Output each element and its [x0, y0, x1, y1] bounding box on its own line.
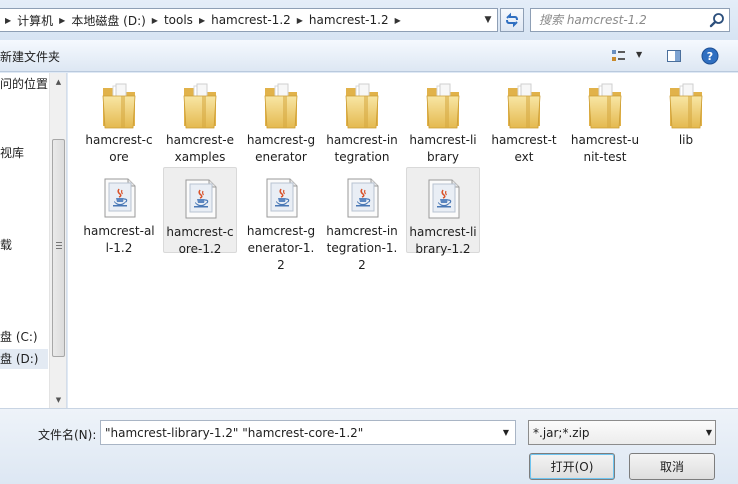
folder-icon [581, 80, 629, 132]
navigation-pane: 问的位置 视库 载 盘 (C:) 盘 (D:) ▲ ▼ [0, 73, 67, 408]
breadcrumb-arrow-icon[interactable]: ▶ [297, 16, 303, 25]
filetype-dropdown-icon[interactable]: ▼ [706, 421, 712, 444]
java-jar-icon [176, 172, 224, 224]
refresh-icon [506, 12, 518, 28]
help-icon: ? [701, 47, 719, 65]
filename-input[interactable] [105, 425, 493, 440]
nav-item-drive-c[interactable]: 盘 (C:) [0, 327, 38, 347]
view-options-button[interactable] [608, 46, 630, 66]
search-input[interactable] [539, 10, 711, 30]
java-jar-icon [95, 171, 143, 223]
filename-combobox[interactable]: ▼ [100, 420, 516, 445]
file-name: hamcrest-unit-test [570, 133, 640, 164]
view-dropdown-icon[interactable]: ▼ [636, 50, 642, 59]
java-jar-icon [257, 171, 305, 223]
file-name: hamcrest-library-1.2 [409, 225, 477, 256]
toolbar: 新建文件夹 ▼ ? [0, 40, 738, 72]
folder-icon [662, 80, 710, 132]
file-item-jar[interactable]: hamcrest-library-1.2 [406, 167, 480, 256]
breadcrumb-computer[interactable]: 计算机 [17, 12, 53, 29]
file-name: lib [678, 133, 694, 147]
file-name: hamcrest-library [409, 133, 477, 164]
view-grid-icon [612, 50, 625, 61]
folder-icon [338, 80, 386, 132]
folder-icon [419, 80, 467, 132]
folder-icon [500, 80, 548, 132]
file-item-folder[interactable]: hamcrest-library [406, 76, 480, 166]
file-name: hamcrest-core-1.2 [166, 225, 234, 256]
file-item-jar[interactable]: hamcrest-integration-1.2 [325, 167, 399, 274]
search-icon[interactable] [709, 12, 725, 28]
filetype-value: *.jar;*.zip [533, 425, 590, 440]
folder-icon [257, 80, 305, 132]
breadcrumb-tools[interactable]: tools [164, 13, 193, 27]
new-folder-button[interactable]: 新建文件夹 [0, 48, 60, 65]
breadcrumb-arrow-icon[interactable]: ▶ [59, 16, 65, 25]
file-item-jar[interactable]: hamcrest-all-1.2 [82, 167, 156, 257]
java-jar-icon [338, 171, 386, 223]
file-item-folder[interactable]: hamcrest-generator [244, 76, 318, 166]
filename-dropdown-icon[interactable]: ▼ [499, 421, 513, 444]
breadcrumb-arrow-icon[interactable]: ▶ [152, 16, 158, 25]
preview-pane-button[interactable] [663, 46, 685, 66]
file-name: hamcrest-integration [326, 133, 398, 164]
breadcrumb-arrow-icon[interactable]: ▶ [395, 16, 401, 25]
file-item-jar[interactable]: hamcrest-core-1.2 [163, 167, 237, 256]
file-item-folder[interactable]: hamcrest-unit-test [568, 76, 642, 166]
file-name: hamcrest-generator [246, 133, 316, 164]
preview-pane-icon [667, 50, 681, 62]
breadcrumb-arrow-icon[interactable]: ▶ [5, 16, 11, 25]
open-button[interactable]: 打开(O) [529, 453, 615, 480]
filetype-select[interactable]: *.jar;*.zip ▼ [528, 420, 716, 445]
file-name: hamcrest-all-1.2 [83, 224, 155, 255]
cancel-button[interactable]: 取消 [629, 453, 715, 480]
scroll-up-icon[interactable]: ▲ [50, 73, 67, 90]
nav-item-recent-places[interactable]: 问的位置 [0, 74, 48, 94]
address-dropdown-icon[interactable]: ▼ [479, 9, 497, 31]
file-item-folder[interactable]: lib [649, 76, 723, 149]
java-jar-icon [419, 172, 467, 224]
file-name: hamcrest-core [85, 133, 153, 164]
breadcrumb-drive-d[interactable]: 本地磁盘 (D:) [71, 12, 145, 29]
filename-label: 文件名(N): [38, 428, 97, 442]
search-box[interactable] [530, 8, 730, 32]
file-item-folder[interactable]: hamcrest-examples [163, 76, 237, 166]
nav-item-downloads[interactable]: 载 [0, 235, 12, 255]
refresh-button[interactable] [500, 8, 524, 32]
breadcrumb-hamcrest-current[interactable]: hamcrest-1.2 [309, 13, 389, 27]
file-item-jar[interactable]: hamcrest-generator-1.2 [244, 167, 318, 274]
breadcrumb-hamcrest-parent[interactable]: hamcrest-1.2 [211, 13, 291, 27]
scrollbar-thumb[interactable] [52, 139, 65, 357]
scroll-down-icon[interactable]: ▼ [50, 391, 67, 408]
file-name: hamcrest-generator-1.2 [246, 224, 316, 272]
file-list: hamcrest-core hamcrest-examples hamcrest… [68, 73, 738, 408]
file-item-folder[interactable]: hamcrest-core [82, 76, 156, 166]
help-button[interactable]: ? [699, 46, 721, 66]
file-name: hamcrest-integration-1.2 [326, 224, 398, 272]
nav-scrollbar[interactable]: ▲ ▼ [49, 73, 66, 408]
file-name: hamcrest-examples [166, 133, 234, 164]
nav-item-video-library[interactable]: 视库 [0, 143, 24, 163]
breadcrumb-arrow-icon[interactable]: ▶ [199, 16, 205, 25]
file-item-folder[interactable]: hamcrest-integration [325, 76, 399, 166]
svg-text:?: ? [707, 50, 713, 63]
address-bar[interactable]: ▶ 计算机 ▶ 本地磁盘 (D:) ▶ tools ▶ hamcrest-1.2… [0, 8, 498, 32]
file-name: hamcrest-text [491, 133, 557, 164]
folder-icon [95, 80, 143, 132]
bottom-bar: 文件名(N): ▼ *.jar;*.zip ▼ 打开(O) 取消 [0, 408, 738, 484]
folder-icon [176, 80, 224, 132]
address-row: ▶ 计算机 ▶ 本地磁盘 (D:) ▶ tools ▶ hamcrest-1.2… [0, 0, 738, 40]
file-item-folder[interactable]: hamcrest-text [487, 76, 561, 166]
nav-item-drive-d[interactable]: 盘 (D:) [0, 349, 48, 369]
